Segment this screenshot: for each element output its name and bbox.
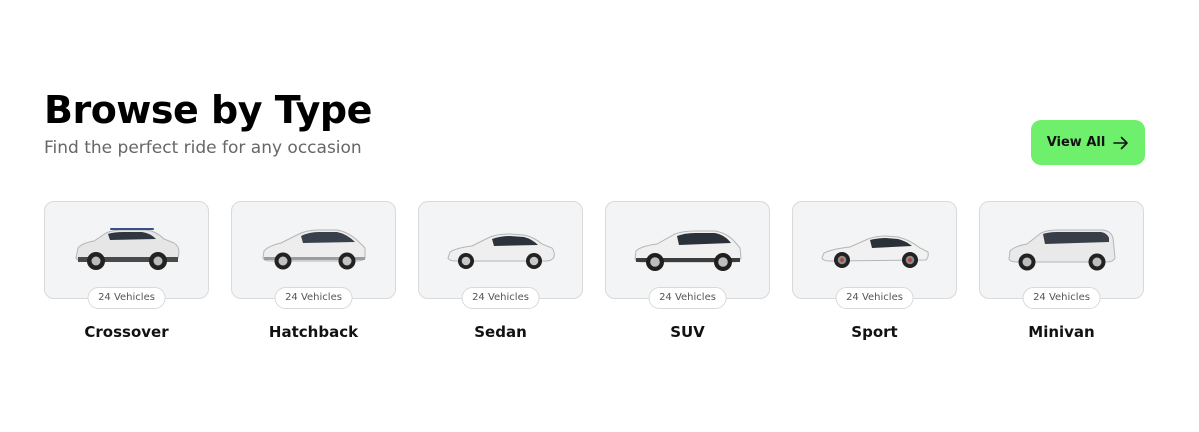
type-card-minivan[interactable]: 24 Vehicles Minivan [979, 201, 1144, 341]
minivan-car-image [1008, 229, 1116, 271]
type-name: Crossover [84, 323, 169, 341]
type-name: Sedan [474, 323, 527, 341]
type-thumbnail: 24 Vehicles [44, 201, 209, 309]
type-name: Sport [851, 323, 898, 341]
vehicle-type-list: 24 Vehicles Crossover 24 Vehicles Hatchb… [44, 201, 1144, 341]
type-thumbnail: 24 Vehicles [605, 201, 770, 309]
vehicle-count-badge: 24 Vehicles [648, 287, 727, 309]
type-thumbnail: 24 Vehicles [231, 201, 396, 309]
vehicle-count-badge: 24 Vehicles [461, 287, 540, 309]
type-card-sport[interactable]: 24 Vehicles Sport [792, 201, 957, 341]
type-name: Hatchback [268, 323, 359, 341]
arrow-right-icon [1113, 136, 1129, 149]
vehicle-count-badge: 24 Vehicles [274, 287, 353, 309]
crossover-car-image [75, 228, 180, 270]
vehicle-count-badge: 24 Vehicles [835, 287, 914, 309]
suv-car-image [634, 230, 742, 271]
type-card-crossover[interactable]: 24 Vehicles Crossover [44, 201, 209, 341]
sedan-car-image [447, 233, 555, 269]
type-card-hatchback[interactable]: 24 Vehicles Hatchback [231, 201, 396, 341]
sport-car-image [821, 235, 929, 268]
type-thumbnail: 24 Vehicles [418, 201, 583, 309]
type-name: SUV [670, 323, 705, 341]
vehicle-count-badge: 24 Vehicles [87, 287, 166, 309]
section-title: Browse by Type [44, 88, 372, 132]
vehicle-count-badge: 24 Vehicles [1022, 287, 1101, 309]
hatchback-car-image [262, 229, 366, 270]
type-name: Minivan [1028, 323, 1095, 341]
view-all-button[interactable]: View All [1031, 120, 1145, 165]
view-all-label: View All [1046, 135, 1106, 150]
browse-by-type-section: Browse by Type Find the perfect ride for… [44, 88, 1145, 341]
type-thumbnail: 24 Vehicles [979, 201, 1144, 309]
type-thumbnail: 24 Vehicles [792, 201, 957, 309]
type-card-suv[interactable]: 24 Vehicles SUV [605, 201, 770, 341]
type-card-sedan[interactable]: 24 Vehicles Sedan [418, 201, 583, 341]
section-subtitle: Find the perfect ride for any occasion [44, 138, 362, 158]
